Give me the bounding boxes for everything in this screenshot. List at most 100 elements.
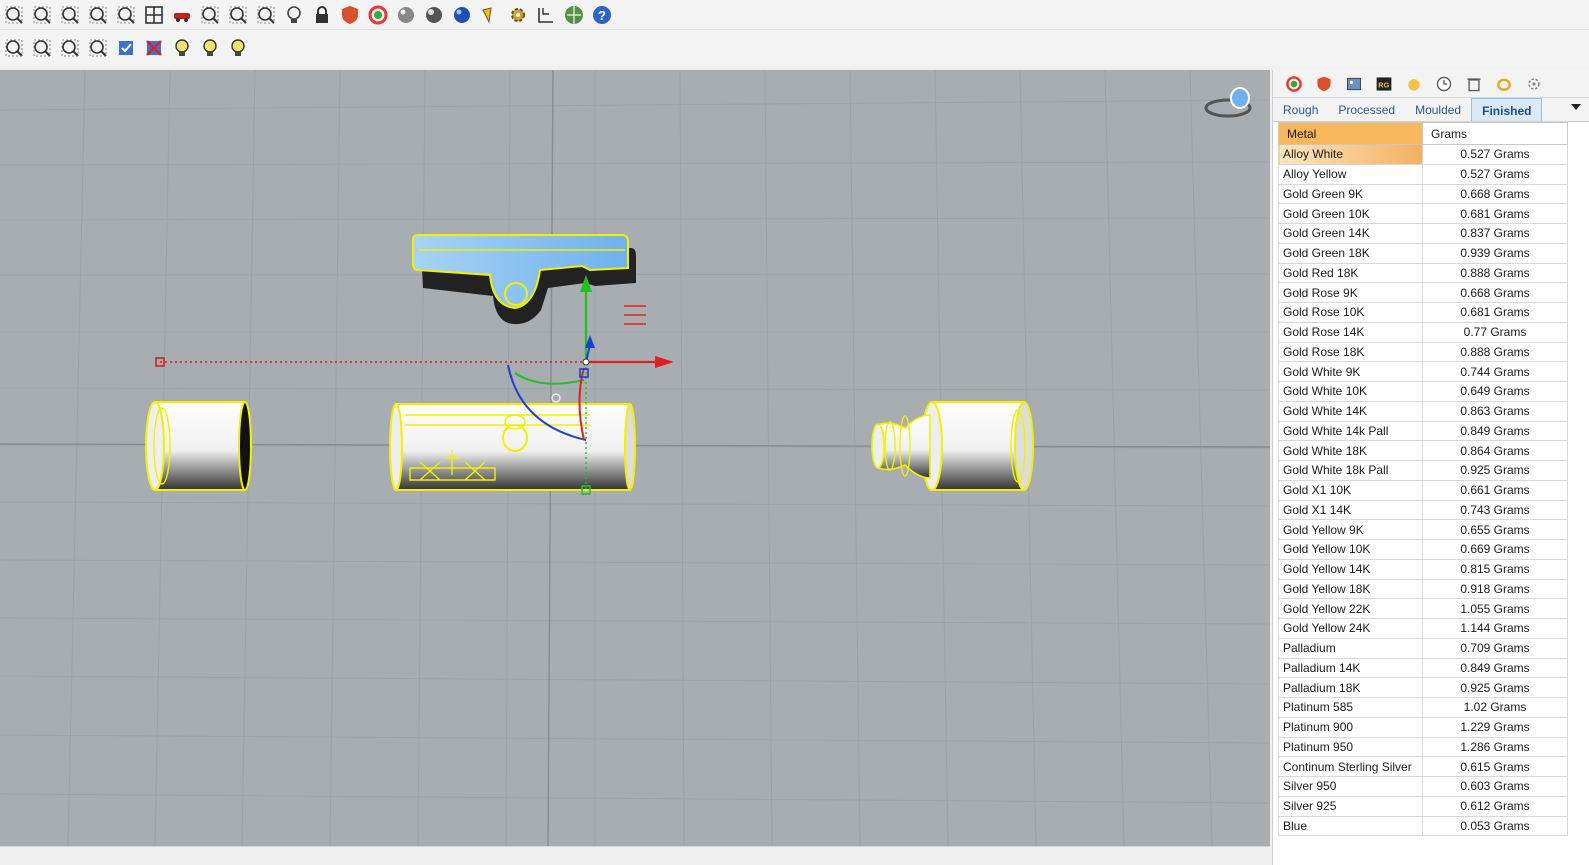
metal-name-cell[interactable]: Silver 950: [1278, 776, 1423, 797]
metal-name-cell[interactable]: Gold Yellow 18K: [1278, 578, 1423, 600]
metal-name-cell[interactable]: Gold X1 14K: [1278, 499, 1423, 521]
metal-name-cell[interactable]: Gold Green 9K: [1278, 183, 1423, 205]
rg-icon[interactable]: RG: [1369, 72, 1399, 96]
shaded-sphere-icon[interactable]: [420, 2, 447, 28]
metal-name-cell[interactable]: Gold White 14K: [1278, 400, 1423, 422]
table-row[interactable]: Gold White 14K 0.863 Grams: [1278, 400, 1568, 422]
image-icon[interactable]: [1339, 72, 1369, 96]
table-row[interactable]: Gold Yellow 9K 0.655 Grams: [1278, 519, 1568, 540]
center-tube[interactable]: [389, 403, 636, 491]
tab-finished[interactable]: Finished: [1471, 98, 1543, 121]
metal-name-cell[interactable]: Gold White 18K: [1278, 440, 1423, 461]
metal-name-cell[interactable]: Silver 925: [1278, 795, 1423, 817]
table-row[interactable]: Palladium 14K 0.849 Grams: [1278, 657, 1568, 679]
table-row[interactable]: Gold Yellow 22K 1.055 Grams: [1278, 598, 1568, 619]
table-row[interactable]: Alloy Yellow 0.527 Grams: [1278, 163, 1568, 185]
table-row[interactable]: Silver 950 0.603 Grams: [1278, 776, 1568, 797]
lock-icon[interactable]: [308, 2, 335, 28]
table-row[interactable]: Gold Rose 14K 0.77 Grams: [1278, 321, 1568, 343]
table-row[interactable]: Gold Yellow 14K 0.815 Grams: [1278, 558, 1568, 580]
table-row[interactable]: Platinum 585 1.02 Grams: [1278, 697, 1568, 718]
table-row[interactable]: Gold Yellow 24K 1.144 Grams: [1278, 618, 1568, 639]
bail-part[interactable]: [412, 234, 636, 325]
metal-name-cell[interactable]: Palladium 18K: [1278, 677, 1423, 698]
color-wheel-icon[interactable]: [364, 2, 391, 28]
table-row[interactable]: Gold X1 10K 0.661 Grams: [1278, 479, 1568, 501]
table-row[interactable]: Gold Rose 9K 0.668 Grams: [1278, 282, 1568, 303]
select-points-icon[interactable]: [56, 35, 83, 61]
tab-rough[interactable]: Rough: [1273, 98, 1328, 121]
blue-sphere-icon[interactable]: [448, 2, 475, 28]
metal-name-cell[interactable]: Gold White 10K: [1278, 381, 1423, 402]
metal-name-cell[interactable]: Platinum 585: [1278, 697, 1423, 718]
gem-icon[interactable]: [476, 2, 503, 28]
table-row[interactable]: Palladium 18K 0.925 Grams: [1278, 677, 1568, 698]
column-header-metal[interactable]: Metal: [1278, 122, 1423, 145]
table-row[interactable]: Gold X1 14K 0.743 Grams: [1278, 499, 1568, 521]
bulb-off-icon[interactable]: [196, 35, 223, 61]
table-row[interactable]: Gold Red 18K 0.888 Grams: [1278, 262, 1568, 284]
table-row[interactable]: Gold Green 18K 0.939 Grams: [1278, 242, 1568, 264]
clock-icon[interactable]: [1429, 72, 1459, 96]
gold-ring-icon[interactable]: [1489, 72, 1519, 96]
right-end-cap[interactable]: [871, 401, 1034, 491]
metal-name-cell[interactable]: Alloy White: [1278, 144, 1423, 165]
tabs-dropdown-icon[interactable]: [1571, 104, 1581, 110]
table-row[interactable]: Gold Green 9K 0.668 Grams: [1278, 183, 1568, 205]
zoom-window-icon[interactable]: [0, 2, 27, 28]
metal-name-cell[interactable]: Gold Yellow 10K: [1278, 539, 1423, 560]
group-icon[interactable]: [28, 35, 55, 61]
metal-name-cell[interactable]: Continum Sterling Silver: [1278, 756, 1423, 777]
tab-moulded[interactable]: Moulded: [1405, 98, 1471, 121]
perspective-viewport[interactable]: [0, 70, 1270, 846]
dimension-icon[interactable]: [532, 2, 559, 28]
metal-name-cell[interactable]: Gold Green 10K: [1278, 203, 1423, 224]
trash-icon[interactable]: [1459, 72, 1489, 96]
metal-name-cell[interactable]: Gold Rose 9K: [1278, 282, 1423, 303]
table-row[interactable]: Gold White 14k Pall 0.849 Grams: [1278, 420, 1568, 442]
ring-preview-icon[interactable]: [1204, 87, 1252, 118]
zoom-icon[interactable]: [84, 2, 111, 28]
table-row[interactable]: Palladium 0.709 Grams: [1278, 637, 1568, 659]
zoom-extents-icon[interactable]: [28, 2, 55, 28]
settings-icon[interactable]: [1519, 72, 1549, 96]
hide-icon[interactable]: [140, 35, 167, 61]
metal-name-cell[interactable]: Gold Green 18K: [1278, 242, 1423, 264]
snap-icon[interactable]: [252, 2, 279, 28]
metal-name-cell[interactable]: Blue: [1278, 815, 1423, 837]
show-icon[interactable]: [112, 35, 139, 61]
zoom-selected-icon[interactable]: [56, 2, 83, 28]
metal-name-cell[interactable]: Gold Rose 18K: [1278, 341, 1423, 363]
metal-name-cell[interactable]: Alloy Yellow: [1278, 163, 1423, 185]
gray-sphere-icon[interactable]: [392, 2, 419, 28]
column-header-grams[interactable]: Grams: [1422, 122, 1568, 145]
metal-name-cell[interactable]: Platinum 950: [1278, 736, 1423, 758]
table-row[interactable]: Platinum 950 1.286 Grams: [1278, 736, 1568, 758]
table-row[interactable]: Gold Green 10K 0.681 Grams: [1278, 203, 1568, 224]
metal-name-cell[interactable]: Gold Yellow 9K: [1278, 519, 1423, 540]
table-row[interactable]: Gold Rose 18K 0.888 Grams: [1278, 341, 1568, 363]
metal-name-cell[interactable]: Gold X1 10K: [1278, 479, 1423, 501]
metal-name-cell[interactable]: Gold White 18k Pall: [1278, 460, 1423, 481]
gold-icon[interactable]: [1399, 72, 1429, 96]
undo-view-icon[interactable]: [112, 2, 139, 28]
four-viewports-icon[interactable]: [140, 2, 167, 28]
table-row[interactable]: Gold Rose 10K 0.681 Grams: [1278, 302, 1568, 323]
table-row[interactable]: Continum Sterling Silver 0.615 Grams: [1278, 756, 1568, 777]
metal-name-cell[interactable]: Gold White 9K: [1278, 361, 1423, 382]
metal-name-cell[interactable]: Palladium 14K: [1278, 657, 1423, 679]
select-grid-icon[interactable]: [84, 35, 111, 61]
metal-name-cell[interactable]: Gold Yellow 22K: [1278, 598, 1423, 619]
hand-icon[interactable]: [196, 2, 223, 28]
table-row[interactable]: Alloy White 0.527 Grams: [1278, 144, 1568, 165]
table-row[interactable]: Gold White 9K 0.744 Grams: [1278, 361, 1568, 382]
help-icon[interactable]: ?: [588, 2, 615, 28]
metal-name-cell[interactable]: Gold Red 18K: [1278, 262, 1423, 284]
table-row[interactable]: Platinum 900 1.229 Grams: [1278, 716, 1568, 738]
table-row[interactable]: Blue 0.053 Grams: [1278, 815, 1568, 837]
bulb-toggle-icon[interactable]: [224, 35, 251, 61]
circle-icon[interactable]: [224, 2, 251, 28]
table-row[interactable]: Gold Yellow 18K 0.918 Grams: [1278, 578, 1568, 600]
table-row[interactable]: Silver 925 0.612 Grams: [1278, 795, 1568, 817]
car-icon[interactable]: [168, 2, 195, 28]
